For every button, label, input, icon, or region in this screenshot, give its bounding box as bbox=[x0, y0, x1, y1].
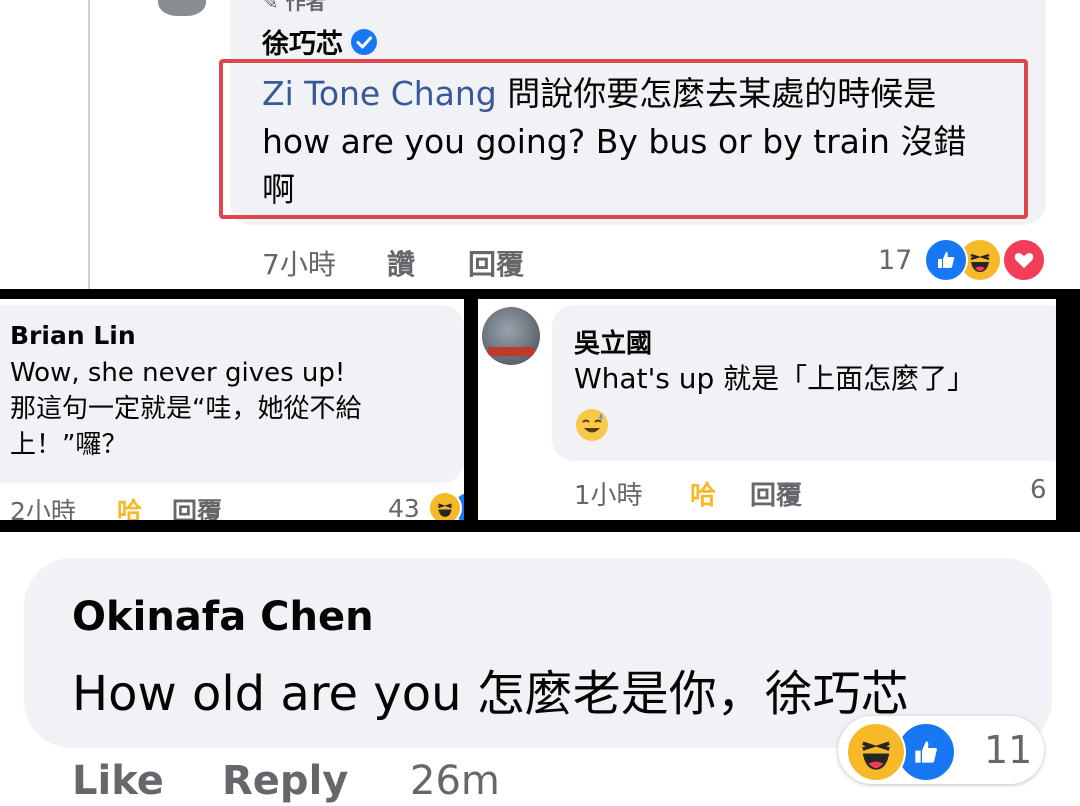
like-reaction-icon bbox=[924, 238, 968, 282]
comment-text: How old are you 怎麼老是你，徐巧芯 bbox=[72, 666, 909, 722]
avatar[interactable] bbox=[158, 0, 206, 16]
comment-author-name[interactable]: 吳立國 bbox=[574, 323, 652, 360]
reply-button[interactable]: 回覆 bbox=[750, 475, 802, 512]
avatar-caption-strip bbox=[488, 347, 534, 356]
avatar[interactable] bbox=[482, 307, 540, 365]
mention-link[interactable]: Zi Tone Chang bbox=[262, 74, 497, 113]
pencil-icon: ✎ bbox=[262, 0, 279, 14]
reaction-count[interactable]: 6 bbox=[1030, 475, 1047, 505]
comment-time: 7小時 bbox=[262, 248, 336, 281]
comment-time: 1小時 bbox=[574, 481, 643, 511]
haha-reaction-icon bbox=[428, 491, 462, 520]
right-comment-panel: 吳立國 What's up 就是「上面怎麼了」 1小時 哈 回覆 6 bbox=[478, 299, 1056, 520]
comment-time: 2小時 bbox=[10, 497, 76, 520]
haha-reaction-icon bbox=[846, 722, 906, 782]
reaction-count[interactable]: 17 bbox=[878, 245, 912, 276]
love-reaction-icon bbox=[1002, 238, 1046, 282]
reply-button[interactable]: Reply bbox=[222, 758, 348, 804]
reaction-count[interactable]: 11 bbox=[984, 728, 1032, 772]
haha-button[interactable]: 哈 bbox=[690, 475, 716, 512]
comment-text: Zi Tone Chang 問說你要怎麼去某處的時候是 how are you … bbox=[262, 74, 967, 209]
comment-author-name[interactable]: Okinafa Chen bbox=[72, 594, 374, 640]
reply-button[interactable]: 回覆 bbox=[468, 243, 524, 283]
comment-author-name[interactable]: Brian Lin bbox=[10, 321, 136, 350]
left-comment-panel: Brian Lin Wow, she never gives up! 那這句一定… bbox=[0, 299, 464, 520]
like-button[interactable]: 讚 bbox=[387, 243, 415, 283]
thread-line bbox=[88, 0, 90, 289]
sweat-smile-emoji-icon bbox=[574, 407, 610, 443]
reply-button[interactable]: 回覆 bbox=[172, 492, 222, 520]
haha-button[interactable]: 哈 bbox=[117, 492, 142, 520]
comment-time: 26m bbox=[410, 758, 500, 804]
like-button[interactable]: Like bbox=[72, 758, 164, 804]
comment-text: Wow, she never gives up! 那這句一定就是“哇，她從不給 … bbox=[10, 358, 362, 460]
top-comment-panel: ✎ 作者 徐巧芯 Zi Tone Chang 問說你要怎麼去某處的時候是 how… bbox=[0, 0, 1080, 289]
bottom-comment-panel: Okinafa Chen How old are you 怎麼老是你，徐巧芯 1… bbox=[0, 532, 1080, 806]
reaction-count[interactable]: 43 bbox=[388, 494, 420, 520]
verified-badge-icon bbox=[351, 28, 377, 55]
comment-text: What's up 就是「上面怎麼了」 bbox=[574, 362, 976, 395]
author-tag: ✎ 作者 bbox=[262, 0, 326, 15]
comment-author-name[interactable]: 徐巧芯 bbox=[262, 22, 377, 61]
